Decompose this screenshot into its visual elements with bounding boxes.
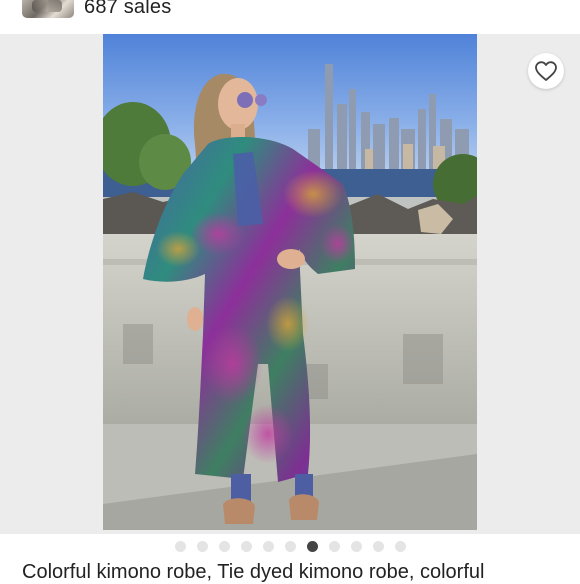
pager-dot[interactable] xyxy=(394,540,406,552)
pager-dot[interactable] xyxy=(262,540,274,552)
pager-dot[interactable] xyxy=(240,540,252,552)
pager-dot[interactable] xyxy=(350,540,362,552)
heart-outline-icon[interactable] xyxy=(528,53,564,89)
pager-dot[interactable] xyxy=(306,540,318,552)
pager-dot[interactable] xyxy=(328,540,340,552)
rating-stars-icon: • • • • • • • • • • xyxy=(452,0,552,3)
pager-dot[interactable] xyxy=(284,540,296,552)
image-gallery[interactable] xyxy=(0,34,580,534)
gallery-pager xyxy=(0,538,580,554)
shop-thumbnail-icon[interactable] xyxy=(22,0,74,18)
product-photo[interactable] xyxy=(103,34,477,530)
pager-dot[interactable] xyxy=(218,540,230,552)
shop-header: 687 sales • • • • • • • • • • xyxy=(0,0,580,34)
product-title[interactable]: Colorful kimono robe, Tie dyed kimono ro… xyxy=(22,560,580,584)
pager-dot[interactable] xyxy=(196,540,208,552)
pager-dot[interactable] xyxy=(372,540,384,552)
pager-dot[interactable] xyxy=(174,540,186,552)
kimono-robe-photo xyxy=(103,34,477,530)
shop-sales-count: 687 sales xyxy=(84,0,172,18)
